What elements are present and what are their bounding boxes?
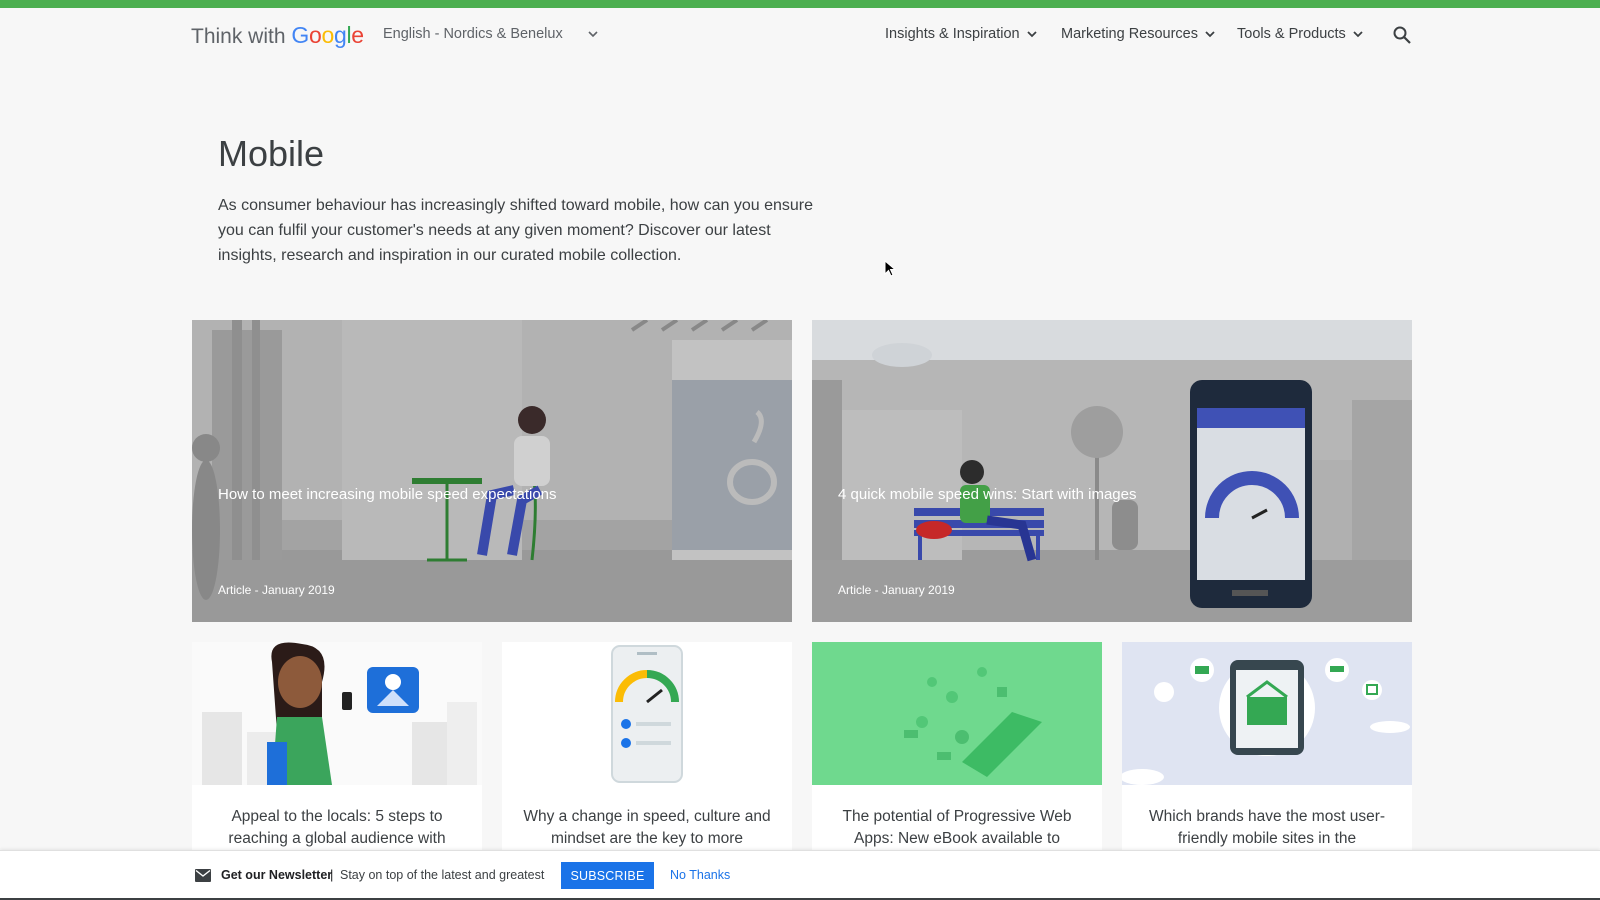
site-header: Think with Google English - Nordics & Be…	[0, 8, 1600, 64]
language-label: English - Nordics & Benelux	[383, 26, 563, 42]
page-description: As consumer behaviour has increasingly s…	[218, 197, 813, 264]
language-selector[interactable]: English - Nordics & Benelux	[383, 26, 601, 48]
featured-card-mobile-speed-expectations[interactable]: How to meet increasing mobile speed expe…	[192, 320, 792, 622]
card-progressive-web-apps[interactable]: The potential of Progressive Web Apps: N…	[812, 642, 1102, 852]
chevron-down-icon	[1353, 31, 1363, 38]
search-icon[interactable]	[1392, 25, 1412, 45]
top-accent-bar	[0, 0, 1600, 8]
featured-card-mobile-speed-wins[interactable]: 4 quick mobile speed wins: Start with im…	[812, 320, 1412, 622]
card-illustration	[812, 642, 1102, 785]
page-title: Mobile	[218, 133, 325, 174]
card-illustration	[192, 642, 482, 785]
nav-tools-products[interactable]: Tools & Products	[1237, 26, 1366, 42]
card-appeal-to-locals[interactable]: Appeal to the locals: 5 steps to reachin…	[192, 642, 482, 852]
card-illustration	[502, 642, 792, 785]
no-thanks-link[interactable]: No Thanks	[670, 868, 730, 882]
card-title: The potential of Progressive Web Apps: N…	[842, 808, 1072, 847]
mouse-cursor-icon	[884, 260, 896, 277]
nav-insights-inspiration[interactable]: Insights & Inspiration	[885, 26, 1040, 42]
card-title: Why a change in speed, culture and minds…	[523, 808, 771, 847]
featured-card-meta: Article - January 2019	[838, 583, 955, 597]
nav-marketing-resources[interactable]: Marketing Resources	[1061, 26, 1218, 42]
card-illustration	[1122, 642, 1412, 785]
chevron-down-icon	[1027, 31, 1037, 38]
newsletter-heading: Get our Newsletter	[221, 868, 333, 882]
google-wordmark: Google	[291, 22, 364, 48]
newsletter-bar: Get our Newsletter | Stay on top of the …	[0, 850, 1600, 900]
card-speed-culture-mindset[interactable]: Why a change in speed, culture and minds…	[502, 642, 792, 852]
featured-card-title: 4 quick mobile speed wins: Start with im…	[838, 486, 1137, 503]
mail-icon	[195, 869, 211, 882]
featured-card-meta: Article - January 2019	[218, 583, 335, 597]
think-with-google-logo[interactable]: Think with Google	[191, 22, 364, 49]
card-title: Appeal to the locals: 5 steps to reachin…	[228, 808, 446, 847]
featured-card-illustration	[812, 320, 1412, 622]
logo-prefix: Think with	[191, 25, 286, 48]
featured-card-illustration	[192, 320, 792, 622]
chevron-down-icon	[1205, 31, 1215, 38]
featured-card-title: How to meet increasing mobile speed expe…	[218, 486, 557, 503]
chevron-down-icon	[588, 31, 598, 38]
card-user-friendly-mobile-sites[interactable]: Which brands have the most user-friendly…	[1122, 642, 1412, 852]
newsletter-separator: |	[330, 867, 334, 882]
subscribe-button[interactable]: SUBSCRIBE	[561, 862, 654, 889]
newsletter-text: Stay on top of the latest and greatest	[340, 868, 545, 882]
card-title: Which brands have the most user-friendly…	[1148, 808, 1386, 847]
